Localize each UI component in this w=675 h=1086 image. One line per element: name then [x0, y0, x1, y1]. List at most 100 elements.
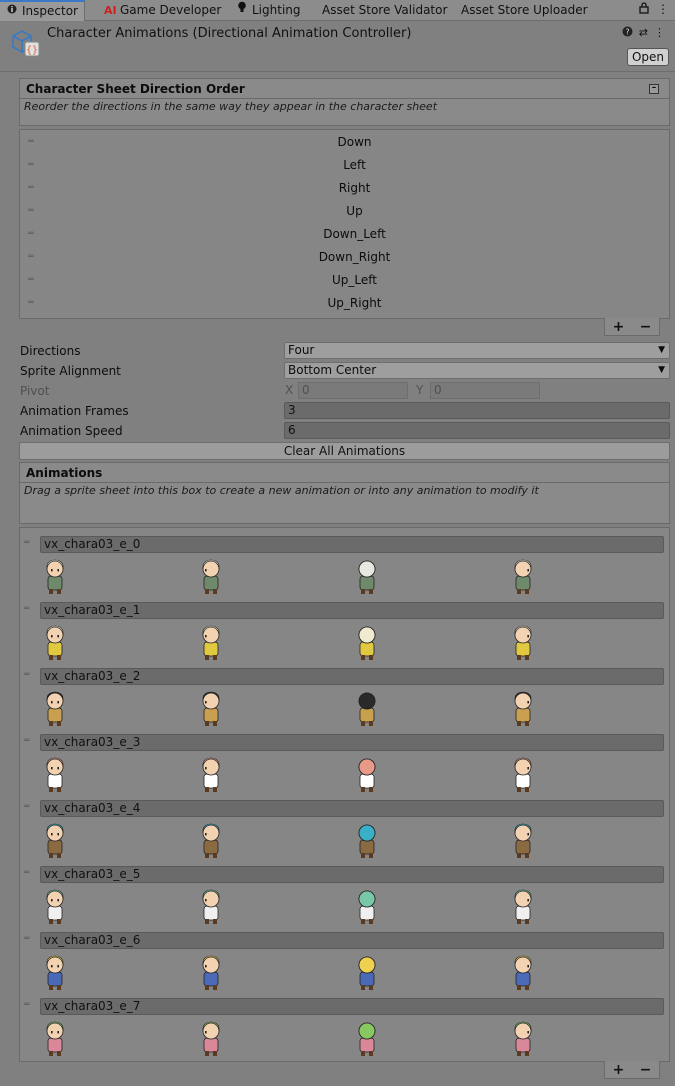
- sprite-thumbnail: [46, 691, 64, 726]
- pivot-y-field: 0: [430, 382, 540, 399]
- animations-section: Animations Drag a sprite sheet into this…: [19, 462, 670, 524]
- drag-handle-icon[interactable]: ═: [24, 1000, 29, 1010]
- bulb-icon: [236, 0, 248, 21]
- direction-label: Left: [343, 158, 366, 172]
- direction-order-section: Character Sheet Direction Order – Reorde…: [19, 78, 670, 126]
- animation-item[interactable]: ═ vx_chara03_e_7: [20, 996, 670, 1062]
- animations-list[interactable]: ═ vx_chara03_e_0 ═ vx_chara03_e_1 ═ vx_chara0…: [19, 527, 670, 1062]
- animation-name-field[interactable]: vx_chara03_e_0: [40, 536, 664, 553]
- drag-handle-icon[interactable]: ═: [25, 131, 37, 154]
- list-item[interactable]: ═ Down_Left: [20, 223, 669, 246]
- animation-name-field[interactable]: vx_chara03_e_7: [40, 998, 664, 1015]
- animation-item[interactable]: ═ vx_chara03_e_1: [20, 600, 670, 666]
- list-item[interactable]: ═ Up: [20, 200, 669, 223]
- drag-handle-icon[interactable]: ═: [25, 154, 37, 177]
- divider: [0, 71, 675, 72]
- list-item[interactable]: ═ Left: [20, 154, 669, 177]
- list-item[interactable]: ═ Down_Right: [20, 246, 669, 269]
- dropdown-value: Four: [288, 343, 315, 357]
- sprite-thumbnail: [46, 757, 64, 792]
- animation-name-field[interactable]: vx_chara03_e_5: [40, 866, 664, 883]
- sprite-thumbnail: [514, 691, 532, 726]
- animation-item[interactable]: ═ vx_chara03_e_6: [20, 930, 670, 996]
- list-item[interactable]: ═ Up_Left: [20, 269, 669, 292]
- inspector-header: {} Character Animations (Directional Ani…: [0, 21, 675, 71]
- animation-name-field[interactable]: vx_chara03_e_2: [40, 668, 664, 685]
- tab-asset-store-validator[interactable]: Asset Store Validator: [316, 0, 453, 21]
- presets-icon[interactable]: ⇄: [639, 26, 648, 40]
- drag-handle-icon[interactable]: ═: [24, 802, 29, 812]
- drag-handle-icon[interactable]: ═: [25, 269, 37, 292]
- kebab-menu-icon[interactable]: ⋮: [657, 2, 669, 16]
- sprite-thumbnail: [514, 823, 532, 858]
- drag-handle-icon[interactable]: ═: [24, 868, 29, 878]
- clear-all-animations-button[interactable]: Clear All Animations: [19, 442, 670, 460]
- tab-label: Game Developer: [120, 3, 222, 17]
- tab-inspector[interactable]: Inspector: [0, 0, 85, 21]
- drag-handle-icon[interactable]: ═: [25, 177, 37, 200]
- list-item[interactable]: ═ Up_Right: [20, 292, 669, 315]
- animation-item[interactable]: ═ vx_chara03_e_4: [20, 798, 670, 864]
- property-label: Sprite Alignment: [20, 364, 121, 378]
- drag-handle-icon[interactable]: ═: [25, 200, 37, 223]
- drag-handle-icon[interactable]: ═: [24, 934, 29, 944]
- property-label: Directions: [20, 344, 81, 358]
- pivot-x-field: 0: [298, 382, 408, 399]
- animation-name-field[interactable]: vx_chara03_e_1: [40, 602, 664, 619]
- drag-handle-icon[interactable]: ═: [25, 246, 37, 269]
- drag-handle-icon[interactable]: ═: [24, 736, 29, 746]
- pivot-property: Pivot X 0 Y 0: [20, 382, 670, 401]
- property-label: Animation Frames: [20, 404, 129, 418]
- directions-dropdown[interactable]: Four ▼: [284, 342, 670, 359]
- add-icon[interactable]: +: [613, 1062, 625, 1078]
- animation-speed-field[interactable]: 6: [284, 422, 670, 439]
- sprite-thumbnail: [202, 1021, 220, 1056]
- sprite-alignment-property: Sprite Alignment Bottom Center ▼: [20, 362, 670, 381]
- add-icon[interactable]: +: [613, 319, 625, 335]
- svg-text:?: ?: [625, 28, 629, 37]
- animation-item[interactable]: ═ vx_chara03_e_5: [20, 864, 670, 930]
- tab-game-developer[interactable]: AI Game Developer: [98, 0, 227, 21]
- lock-icon[interactable]: [639, 2, 649, 17]
- direction-label: Down_Left: [323, 227, 386, 241]
- drag-handle-icon[interactable]: ═: [24, 670, 29, 680]
- direction-label: Up_Right: [327, 296, 382, 310]
- sprite-thumbnail: [358, 956, 376, 990]
- tab-lighting[interactable]: Lighting: [230, 0, 307, 21]
- tab-bar: Inspector AI Game Developer Lighting Ass…: [0, 0, 675, 21]
- sprite-thumbnail: [46, 1021, 64, 1056]
- animation-item[interactable]: ═ vx_chara03_e_0: [20, 534, 670, 600]
- open-button[interactable]: Open: [627, 48, 669, 66]
- drag-handle-icon[interactable]: ═: [24, 604, 29, 614]
- pivot-y-label: Y: [416, 383, 424, 397]
- help-icon[interactable]: ?: [622, 26, 633, 40]
- list-add-remove: + −: [604, 318, 660, 336]
- animation-item[interactable]: ═ vx_chara03_e_3: [20, 732, 670, 798]
- remove-icon[interactable]: −: [640, 319, 652, 335]
- sprite-thumbnail: [514, 757, 532, 792]
- drag-handle-icon[interactable]: ═: [24, 538, 29, 548]
- animation-frames-field[interactable]: 3: [284, 402, 670, 419]
- remove-icon[interactable]: −: [640, 1062, 652, 1078]
- kebab-menu-icon[interactable]: ⋮: [654, 26, 665, 40]
- direction-label: Down: [337, 135, 372, 149]
- sprite-thumbnail: [358, 890, 376, 924]
- drag-handle-icon[interactable]: ═: [25, 223, 37, 246]
- direction-order-header: Character Sheet Direction Order –: [20, 79, 669, 99]
- sprite-thumbnail: [202, 889, 220, 924]
- drag-handle-icon[interactable]: ═: [25, 292, 37, 315]
- sprite-alignment-dropdown[interactable]: Bottom Center ▼: [284, 362, 670, 379]
- animation-name-field[interactable]: vx_chara03_e_3: [40, 734, 664, 751]
- animations-add-remove: + −: [604, 1061, 660, 1079]
- animation-name-field[interactable]: vx_chara03_e_4: [40, 800, 664, 817]
- list-item[interactable]: ═ Down: [20, 131, 669, 154]
- tab-asset-store-uploader[interactable]: Asset Store Uploader: [455, 0, 594, 21]
- property-label: Pivot: [20, 384, 50, 398]
- animation-item[interactable]: ═ vx_chara03_e_2: [20, 666, 670, 732]
- sprite-thumbnail: [358, 758, 376, 792]
- list-item[interactable]: ═ Right: [20, 177, 669, 200]
- animation-speed-property: Animation Speed 6: [20, 422, 670, 441]
- animation-name-field[interactable]: vx_chara03_e_6: [40, 932, 664, 949]
- collapse-icon[interactable]: –: [649, 84, 659, 94]
- sprite-thumbnail: [514, 625, 532, 660]
